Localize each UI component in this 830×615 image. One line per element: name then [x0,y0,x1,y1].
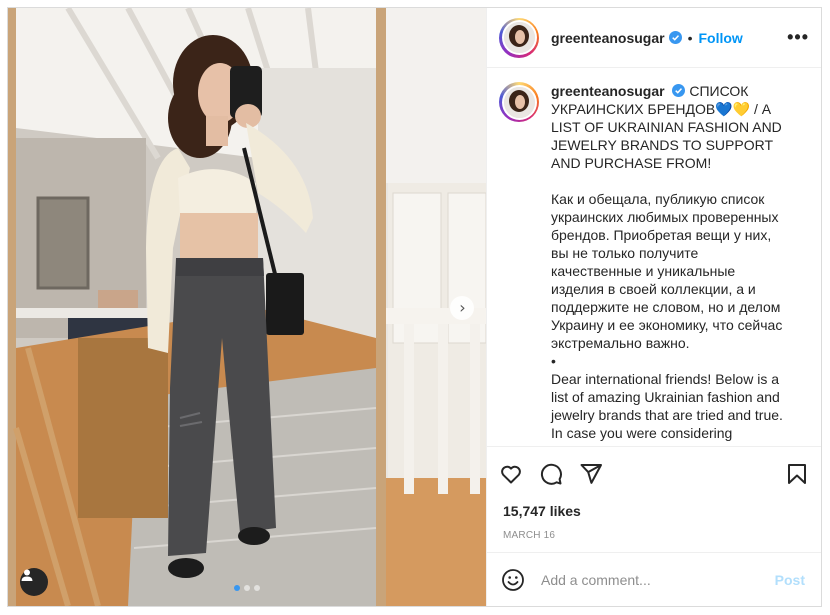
likes-count[interactable]: 15,747 likes [487,500,821,522]
comment-icon [540,463,562,485]
next-photo-button[interactable]: › [450,296,474,320]
user-tag-icon [21,569,33,581]
verified-badge-icon [672,84,686,97]
carousel-indicator [8,585,486,591]
post-details-panel: greenteanosugar • Follow ••• greenteanos… [486,8,821,606]
hearts-emoji: 💙💛 [715,101,751,117]
save-button[interactable] [785,462,809,486]
carousel-dot-active [234,585,240,591]
post-dialog: › greenteanosugar • Follow ••• greentean… [7,7,822,607]
heart-icon [501,465,521,483]
share-button[interactable] [579,462,603,486]
caption-username-link[interactable]: greenteanosugar [551,83,665,99]
avatar[interactable] [499,17,539,58]
profile-photo [503,86,535,118]
share-icon [580,463,602,484]
header-separator: • [687,29,693,46]
like-button[interactable] [499,462,523,486]
caption-paragraph-en: Dear international friends! Below is a l… [551,371,783,441]
post-comment-button[interactable]: Post [775,572,805,588]
bookmark-icon [788,463,806,484]
carousel-dot [244,585,250,591]
chevron-right-icon: › [459,298,466,317]
username-link[interactable]: greenteanosugar [551,30,665,46]
more-options-button[interactable]: ••• [787,27,809,48]
mirror-selfie-photo [8,8,486,606]
avatar[interactable] [499,82,539,122]
caption-paragraph-ru: Как и обещала, публикую список украински… [551,191,783,351]
caption-section[interactable]: greenteanosugar СПИСОК УКРАИНСКИХ БРЕНДО… [487,68,821,446]
caption-text: greenteanosugar СПИСОК УКРАИНСКИХ БРЕНДО… [551,82,791,446]
caption-bullet: • [551,353,556,369]
emoji-button[interactable] [501,568,525,592]
tagged-users-button[interactable] [20,568,48,596]
post-date: MARCH 16 [503,530,556,541]
comment-composer: Post [487,552,821,606]
carousel-dot [254,585,260,591]
profile-photo [503,22,535,53]
emoji-icon [502,568,524,591]
follow-button[interactable]: Follow [699,30,743,46]
post-header: greenteanosugar • Follow ••• [487,8,821,68]
comment-input[interactable] [541,571,775,588]
comment-button[interactable] [539,462,563,486]
action-bar [487,446,821,500]
post-media[interactable]: › [8,8,486,606]
verified-badge-icon [668,31,682,44]
